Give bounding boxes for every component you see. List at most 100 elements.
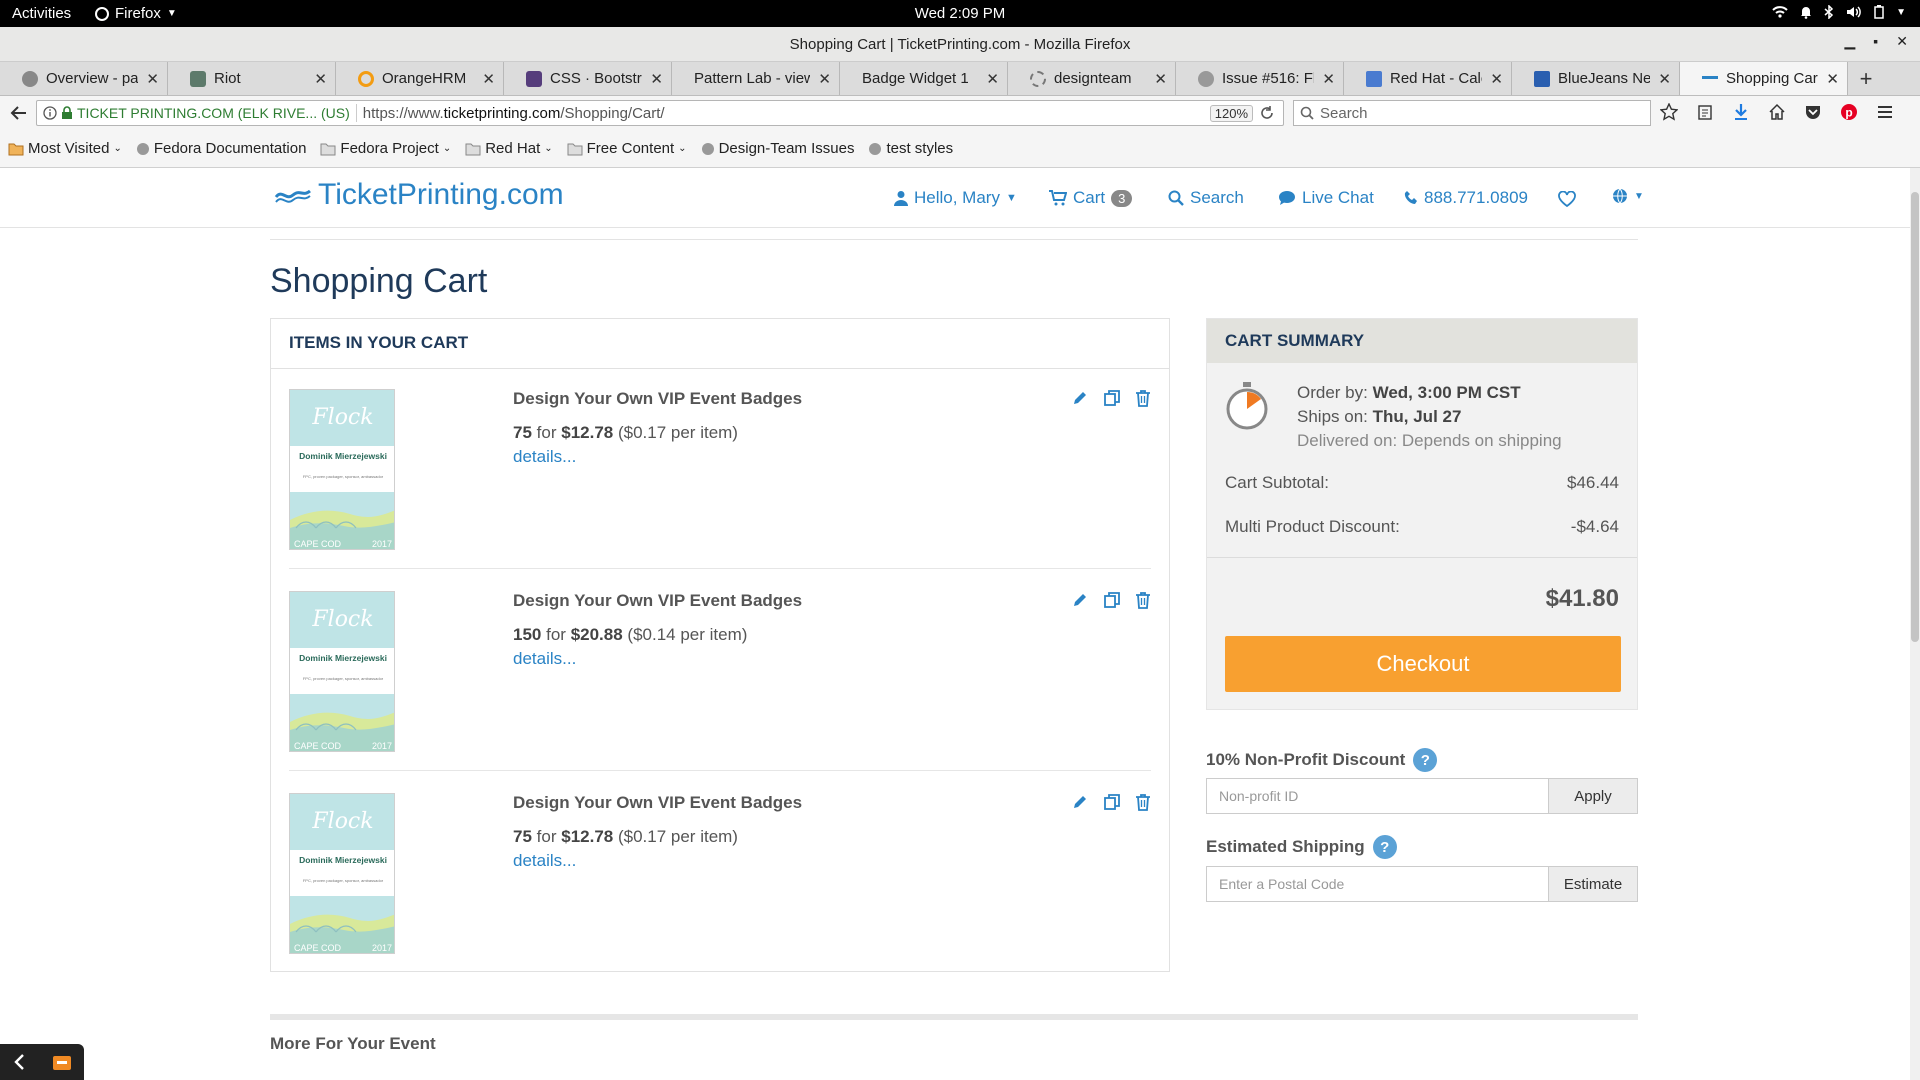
postal-code-input[interactable]: Enter a Postal Code <box>1207 867 1548 901</box>
cart-link[interactable]: Cart 3 <box>1049 188 1133 208</box>
badge-thumbnail[interactable]: Flock Dominik Mierzejewski FPC, proven p… <box>289 591 395 752</box>
duplicate-icon[interactable] <box>1103 793 1121 811</box>
download-icon[interactable] <box>1732 103 1750 121</box>
edit-pencil-icon[interactable] <box>1071 793 1089 811</box>
close-tab-icon[interactable]: ✕ <box>650 70 663 88</box>
pinterest-icon[interactable]: p <box>1840 103 1858 121</box>
tab-label: OrangeHRM <box>382 70 467 87</box>
duplicate-icon[interactable] <box>1103 389 1121 407</box>
minimize-button[interactable]: ▁ <box>1845 33 1856 50</box>
site-logo[interactable]: TicketPrinting.com <box>274 178 564 212</box>
folder-icon <box>8 143 24 155</box>
trash-icon[interactable] <box>1135 793 1151 811</box>
item-details-link[interactable]: details... <box>513 447 576 467</box>
close-tab-icon[interactable]: ✕ <box>146 70 159 88</box>
close-tab-icon[interactable]: ✕ <box>314 70 327 88</box>
scrollbar-thumb[interactable] <box>1911 192 1919 642</box>
close-tab-icon[interactable]: ✕ <box>818 70 831 88</box>
tab-badge-widget[interactable]: Badge Widget 1 ✕ <box>840 62 1008 95</box>
edit-pencil-icon[interactable] <box>1071 591 1089 609</box>
search-placeholder: Search <box>1320 104 1368 122</box>
tab-bootstrap[interactable]: CSS · Bootstrap ✕ <box>504 62 672 95</box>
clock[interactable]: Wed 2:09 PM <box>0 5 1920 22</box>
phone-link[interactable]: 888.771.0809 <box>1404 188 1528 208</box>
page-scrollbar[interactable] <box>1910 168 1920 1080</box>
tab-favicon-icon <box>190 70 206 87</box>
pocket-icon[interactable] <box>1804 103 1822 121</box>
tab-bluejeans[interactable]: BlueJeans Netwo ✕ <box>1512 62 1680 95</box>
bookmark-fedora-project[interactable]: Fedora Project ⌄ <box>320 140 451 157</box>
phone-number: 888.771.0809 <box>1424 188 1528 207</box>
account-menu[interactable]: Hello, Mary ▼ <box>894 188 1017 208</box>
close-tab-icon[interactable]: ✕ <box>1154 70 1167 88</box>
site-identity[interactable]: TICKET PRINTING.COM (ELK RIVE... (US) <box>37 105 356 121</box>
cart-items-heading: ITEMS IN YOUR CART <box>271 319 1169 369</box>
bookmark-red-hat[interactable]: Red Hat ⌄ <box>465 140 553 157</box>
tab-red-hat-calendar[interactable]: Red Hat - Calend ✕ <box>1344 62 1512 95</box>
close-tab-icon[interactable]: ✕ <box>1490 70 1503 88</box>
activities-button[interactable]: Activities <box>12 5 71 22</box>
bookmark-test-styles[interactable]: test styles <box>868 140 953 157</box>
cart-summary-heading: CART SUMMARY <box>1207 319 1637 363</box>
search-link[interactable]: Search <box>1168 188 1244 208</box>
item-details-link[interactable]: details... <box>513 851 576 871</box>
bookmark-design-team-issues[interactable]: Design-Team Issues <box>701 140 854 157</box>
maximize-button[interactable]: ▪ <box>1873 33 1878 50</box>
badge-thumbnail[interactable]: Flock Dominik Mierzejewski FPC, proven p… <box>289 793 395 954</box>
trash-icon[interactable] <box>1135 389 1151 407</box>
item-details-link[interactable]: details... <box>513 649 576 669</box>
tab-riot[interactable]: Riot ✕ <box>168 62 336 95</box>
chevron-left-icon[interactable] <box>12 1053 26 1071</box>
bookmark-star-icon[interactable] <box>1660 103 1678 121</box>
checkout-button[interactable]: Checkout <box>1225 636 1621 692</box>
tab-orangehrm[interactable]: OrangeHRM ✕ <box>336 62 504 95</box>
security-label: TICKET PRINTING.COM (ELK RIVE... (US) <box>77 105 350 121</box>
close-tab-icon[interactable]: ✕ <box>1322 70 1335 88</box>
reload-icon[interactable] <box>1259 105 1275 121</box>
hamburger-menu-icon[interactable] <box>1876 103 1894 121</box>
badge-thumbnail[interactable]: Flock Dominik Mierzejewski FPC, proven p… <box>289 389 395 550</box>
badge-subtitle: FPC, proven packager, sponsor, ambassado… <box>303 676 384 681</box>
close-tab-icon[interactable]: ✕ <box>1658 70 1671 88</box>
tab-overview[interactable]: Overview - patte ✕ <box>0 62 168 95</box>
close-tab-icon[interactable]: ✕ <box>986 70 999 88</box>
bookmark-free-content[interactable]: Free Content ⌄ <box>567 140 687 157</box>
live-chat-link[interactable]: Live Chat <box>1278 188 1374 208</box>
url-text[interactable]: https://www.ticketprinting.com/Shopping/… <box>363 105 1210 122</box>
tab-designteam[interactable]: designteam ✕ <box>1008 62 1176 95</box>
edit-pencil-icon[interactable] <box>1071 389 1089 407</box>
language-menu[interactable]: ▼ <box>1612 188 1644 204</box>
close-tab-icon[interactable]: ✕ <box>1826 70 1839 88</box>
new-tab-button[interactable]: + <box>1848 62 1884 95</box>
item-unit-price: ($0.17 per item) <box>617 827 738 846</box>
help-icon[interactable]: ? <box>1413 748 1438 772</box>
apply-button[interactable]: Apply <box>1548 779 1637 813</box>
help-icon[interactable]: ? <box>1372 835 1397 859</box>
close-window-button[interactable]: ✕ <box>1896 33 1908 50</box>
bookmark-fedora-documentation[interactable]: Fedora Documentation <box>136 140 306 157</box>
heart-icon[interactable] <box>1558 191 1576 207</box>
tab-pattern-lab[interactable]: Pattern Lab - viewall ✕ <box>672 62 840 95</box>
files-app-icon[interactable] <box>52 1053 72 1071</box>
firefox-app-menu[interactable]: Firefox ▼ <box>95 5 177 22</box>
home-icon[interactable] <box>1768 103 1786 121</box>
nonprofit-id-input[interactable]: Non-profit ID <box>1207 779 1548 813</box>
zoom-indicator[interactable]: 120% <box>1209 104 1253 122</box>
back-arrow-icon[interactable] <box>10 104 28 122</box>
system-tray[interactable]: ▼ <box>1772 5 1906 19</box>
duplicate-icon[interactable] <box>1103 591 1121 609</box>
trash-icon[interactable] <box>1135 591 1151 609</box>
browser-search-input[interactable]: Search <box>1293 100 1651 126</box>
search-icon <box>1300 106 1314 120</box>
estimate-button[interactable]: Estimate <box>1548 867 1637 901</box>
item-unit-price: ($0.17 per item) <box>617 423 738 442</box>
bookmark-most-visited[interactable]: Most Visited ⌄ <box>8 140 122 157</box>
chevron-down-icon: ⌄ <box>544 143 553 154</box>
close-tab-icon[interactable]: ✕ <box>482 70 495 88</box>
tab-shopping-cart[interactable]: Shopping Cart | T ✕ <box>1680 62 1848 95</box>
badge-title: Flock <box>311 405 373 430</box>
chevron-down-icon: ⌄ <box>113 143 122 154</box>
tab-issue-516[interactable]: Issue #516: Flocl ✕ <box>1176 62 1344 95</box>
url-bar[interactable]: TICKET PRINTING.COM (ELK RIVE... (US) ht… <box>36 100 1284 126</box>
reading-list-icon[interactable] <box>1696 103 1714 121</box>
